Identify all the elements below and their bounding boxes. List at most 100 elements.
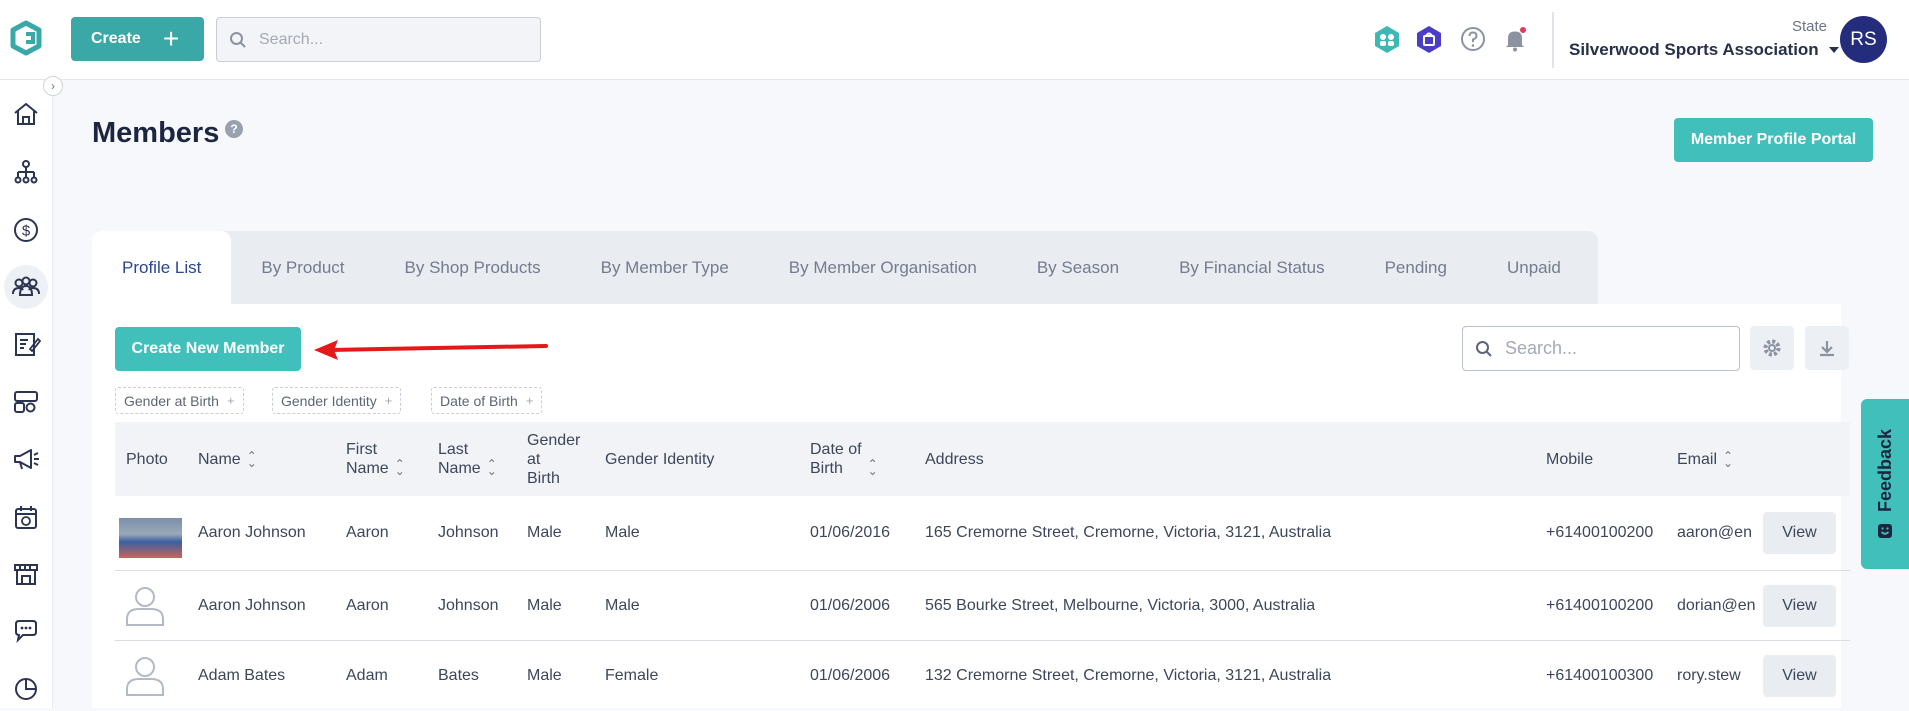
cell-last-name: Bates	[438, 667, 479, 684]
sort-icon: ⌃ ⌄	[394, 457, 405, 478]
filter-chip-label: Gender at Birth	[124, 392, 219, 409]
column-header-label: Birth	[810, 460, 843, 477]
organisation-selector[interactable]: Silverwood Sports Association	[1569, 40, 1839, 60]
tab-by-shop-products[interactable]: By Shop Products	[375, 231, 571, 304]
notification-bell-icon[interactable]	[1500, 24, 1530, 54]
tab-pending[interactable]: Pending	[1355, 231, 1477, 304]
chat-bubble-icon	[15, 620, 37, 644]
column-header-gender-identity: Gender Identity	[605, 451, 715, 468]
view-member-button[interactable]: View	[1763, 655, 1836, 697]
shop-hex-icon[interactable]	[1414, 24, 1444, 54]
top-bar: Create + Search... State Silverwood Spor…	[0, 0, 1909, 80]
cell-last-name: Johnson	[438, 597, 499, 614]
cell-first-name: Aaron	[346, 597, 389, 614]
tab-by-financial-status[interactable]: By Financial Status	[1149, 231, 1355, 304]
sidebar-toggle-chevron-icon[interactable]: ›	[43, 76, 63, 96]
header-divider	[1552, 12, 1554, 68]
table-settings-button[interactable]	[1750, 326, 1794, 370]
sort-icon: ⌃ ⌄	[1723, 448, 1734, 470]
products-grid-icon	[14, 391, 38, 413]
filter-chip-gender-at-birth[interactable]: Gender at Birth +	[115, 387, 244, 414]
column-header-label: Email	[1677, 451, 1718, 468]
tab-by-member-type[interactable]: By Member Type	[571, 231, 759, 304]
dollar-icon: $	[14, 218, 38, 242]
state-label: State	[1791, 18, 1827, 35]
calendar-check-icon	[15, 506, 37, 529]
column-header-label: First	[346, 441, 378, 458]
column-header-name[interactable]: Name ⌃ ⌄	[198, 450, 257, 469]
column-header-mobile: Mobile	[1546, 451, 1594, 468]
sidebar-item-communications[interactable]	[4, 437, 48, 481]
tab-by-member-organisation[interactable]: By Member Organisation	[759, 231, 1007, 304]
sidebar-item-messages[interactable]	[4, 609, 48, 653]
filter-chip-date-of-birth[interactable]: Date of Birth +	[431, 387, 543, 414]
user-placeholder-icon	[126, 587, 164, 626]
caret-down-icon	[1828, 47, 1839, 53]
tab-profile-list[interactable]: Profile List	[92, 231, 232, 304]
member-search-input[interactable]: Search...	[1462, 326, 1740, 371]
community-hex-icon[interactable]	[1372, 24, 1402, 54]
sidebar-item-finance[interactable]: $	[4, 208, 48, 252]
sort-icon: ⌃ ⌄	[867, 457, 878, 478]
tab-by-product[interactable]: By Product	[231, 231, 374, 304]
page-title: Members	[92, 117, 220, 149]
cell-gender-at-birth: Male	[527, 667, 562, 684]
view-member-button[interactable]: View	[1763, 512, 1836, 554]
member-profile-portal-button[interactable]: Member Profile Portal	[1674, 118, 1873, 162]
cell-gender-identity: Male	[605, 524, 640, 541]
filter-chip-gender-identity[interactable]: Gender Identity +	[272, 387, 402, 414]
tab-by-season[interactable]: By Season	[1007, 231, 1149, 304]
column-header-email[interactable]: Email ⌃ ⌄	[1677, 450, 1733, 469]
cell-gender-at-birth: Male	[527, 597, 562, 614]
megaphone-icon	[14, 449, 39, 470]
sidebar-item-products[interactable]	[4, 380, 48, 424]
sidebar-item-reports[interactable]	[4, 666, 48, 710]
cell-address: 565 Bourke Street, Melbourne, Victoria, …	[925, 597, 1316, 614]
help-icon[interactable]	[1458, 24, 1488, 54]
column-header-last-name[interactable]: Last Name ⌃ ⌄	[438, 440, 497, 478]
cell-gender-identity: Male	[605, 597, 640, 614]
column-header-label: Name	[438, 460, 481, 477]
tab-unpaid[interactable]: Unpaid	[1477, 231, 1591, 304]
sidebar-item-events[interactable]	[4, 495, 48, 539]
column-header-first-name[interactable]: First Name ⌃ ⌄	[346, 440, 405, 478]
column-header-date-of-birth[interactable]: Date of Birth ⌃ ⌄	[810, 440, 878, 478]
cell-mobile: +61400100300	[1546, 667, 1654, 684]
app-logo-icon[interactable]	[8, 20, 44, 56]
global-search-input[interactable]: Search...	[216, 17, 541, 62]
cell-gender-at-birth: Male	[527, 524, 562, 541]
create-button[interactable]: Create +	[71, 17, 204, 61]
download-button[interactable]	[1805, 326, 1849, 370]
view-member-button[interactable]: View	[1763, 585, 1836, 627]
sidebar-item-home[interactable]	[4, 92, 48, 136]
page-help-icon[interactable]: ?	[225, 120, 243, 138]
sidebar-item-shop[interactable]	[4, 552, 48, 596]
gear-icon	[1763, 339, 1781, 357]
sidebar-item-registrations[interactable]	[4, 322, 48, 366]
column-header-address: Address	[925, 451, 984, 468]
cell-address: 132 Cremorne Street, Cremorne, Victoria,…	[925, 667, 1332, 684]
plus-icon: +	[162, 23, 180, 54]
cell-date-of-birth: 01/06/2006	[810, 597, 891, 614]
sidebar-item-organisation[interactable]	[4, 150, 48, 194]
cell-name: Aaron Johnson	[198, 524, 306, 541]
search-icon	[1476, 340, 1492, 357]
column-header-label: Last	[438, 441, 469, 458]
plus-icon: +	[226, 393, 235, 408]
cell-name: Aaron Johnson	[198, 597, 306, 614]
cell-date-of-birth: 01/06/2016	[810, 524, 891, 541]
cell-email: dorian@en	[1677, 597, 1755, 614]
cell-mobile: +61400100200	[1546, 597, 1654, 614]
create-label: Create	[91, 30, 141, 47]
user-avatar[interactable]: RS	[1840, 16, 1887, 63]
create-new-member-button[interactable]: Create New Member	[115, 327, 301, 371]
column-header-photo: Photo	[126, 451, 168, 468]
sidebar-item-members[interactable]	[4, 265, 48, 309]
members-group-icon	[12, 276, 40, 296]
smiley-icon	[1878, 523, 1892, 538]
column-header-label: Name	[198, 451, 241, 468]
column-header-label: Birth	[527, 470, 560, 487]
feedback-tab[interactable]: Feedback	[1861, 399, 1909, 569]
cell-last-name: Johnson	[438, 524, 499, 541]
plus-icon: +	[384, 393, 393, 408]
